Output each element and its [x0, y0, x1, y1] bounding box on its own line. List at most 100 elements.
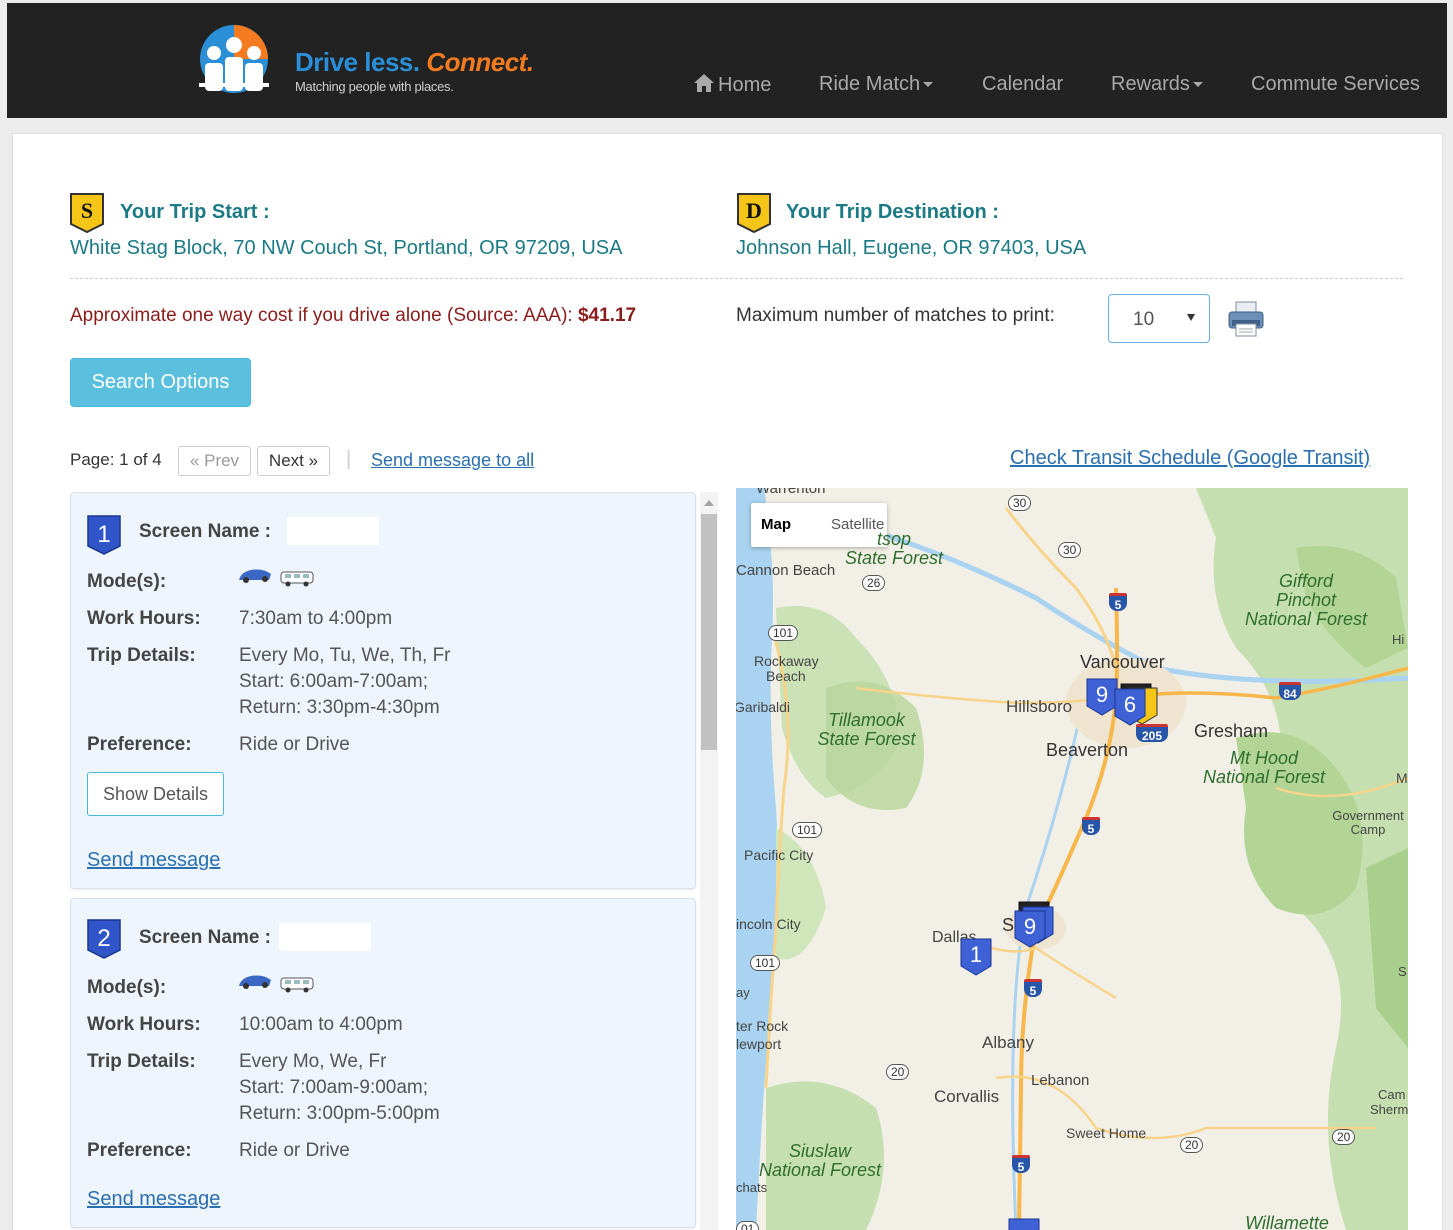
nav-home[interactable]: Home [693, 73, 771, 97]
results-scrollbar[interactable] [700, 492, 718, 1230]
send-message-link[interactable]: Send message [87, 1188, 220, 1211]
send-message-to-all-link[interactable]: Send message to all [371, 450, 534, 471]
start-pin-letter: S [81, 198, 93, 223]
forest-name-line: Mt Hood [1229, 748, 1299, 768]
nav-calendar-label: Calendar [982, 73, 1064, 95]
map-label: Cam [1378, 1087, 1406, 1102]
brand-title-part1: Drive less. [295, 47, 420, 77]
app-root: { "brand": { "title_part1": "Drive less.… [0, 0, 1453, 1230]
interstate-shield: 84 [1279, 682, 1301, 701]
map-forest-label: tsop State Forest [844, 530, 944, 568]
car-icon [239, 975, 271, 989]
result-number: 2 [97, 925, 110, 952]
nav-commute-services[interactable]: Commute Services [1251, 73, 1420, 96]
map-label: ay [736, 985, 750, 1000]
show-details-button[interactable]: Show Details [87, 772, 224, 816]
forest-name-line: Siuslaw [788, 1141, 852, 1161]
start-pin-icon: S [70, 193, 104, 233]
route-shield: 20 [886, 1064, 910, 1080]
trip-start-address: White Stag Block, 70 NW Couch St, Portla… [70, 237, 623, 259]
map-label: Lebanon [1031, 1072, 1090, 1089]
trip-days: Every Mo, We, Fr [239, 1051, 387, 1072]
max-matches-value: 10 [1133, 309, 1155, 330]
trip-details-label: Trip Details: [87, 1051, 196, 1072]
top-navbar: Drive less. Connect. Matching people wit… [7, 3, 1447, 118]
route-shield: 101 [768, 625, 799, 641]
preference-value: Ride or Drive [239, 734, 350, 755]
marker-number: 6 [1124, 692, 1136, 717]
forest-name-line: Pinchot [1275, 590, 1337, 610]
work-hours-value: 10:00am to 4:00pm [239, 1014, 403, 1035]
map-label: ter Rock [736, 1018, 789, 1034]
map-label: Rockaway [754, 653, 819, 669]
trip-start-time: Start: 6:00am-7:00am; [239, 671, 429, 692]
map-label: lewport [736, 1036, 782, 1052]
map-marker-dallas-1[interactable]: 1 [960, 938, 992, 976]
map-type-map-button[interactable]: Map [761, 516, 791, 533]
transit-schedule-link[interactable]: Check Transit Schedule (Google Transit) [1010, 447, 1370, 470]
max-matches-select[interactable]: 10 [1108, 294, 1210, 343]
map-view[interactable]: Map Satellite Warrenton Cannon Beach Roc… [736, 488, 1408, 1230]
work-hours-value: 7:30am to 4:00pm [239, 608, 393, 629]
trip-start-label: Your Trip Start : [120, 201, 270, 223]
interstate-shield: 5 [1082, 817, 1100, 836]
map-label: Beach [766, 668, 806, 684]
forest-name-line: National Forest [1202, 767, 1326, 787]
printer-icon[interactable] [1226, 300, 1266, 338]
screen-name-value [287, 517, 379, 545]
destination-pin-icon: D [737, 193, 771, 233]
map-label: Pacific City [744, 847, 814, 863]
send-message-link[interactable]: Send message [87, 849, 220, 872]
map-label: Corvallis [934, 1087, 1000, 1106]
brand-tagline: Matching people with places. [295, 79, 454, 94]
map-label: Hi [1392, 632, 1405, 647]
map-label: Vancouver [1080, 652, 1165, 672]
drive-alone-cost: Approximate one way cost if you drive al… [70, 305, 636, 327]
screen-name-label: Screen Name : [139, 521, 272, 542]
route-shield: 30 [1008, 495, 1032, 511]
nav-ride-match[interactable]: Ride Match [819, 73, 934, 96]
map-label: Sweet Home [1066, 1125, 1147, 1141]
search-options-button[interactable]: Search Options [70, 358, 251, 407]
nav-commute-services-label: Commute Services [1251, 73, 1420, 95]
map-label: Hillsboro [1006, 697, 1073, 716]
map-marker-portland-6[interactable]: 6 [1114, 688, 1146, 726]
trip-return-time: Return: 3:30pm-4:30pm [239, 697, 440, 718]
forest-name-line: National Forest [1244, 609, 1368, 629]
next-page-button[interactable]: Next » [257, 446, 330, 476]
logo-icon[interactable] [179, 23, 289, 93]
vanpool-icon [280, 977, 314, 993]
map-label: S [1398, 964, 1407, 979]
home-icon [694, 74, 714, 92]
nav-rewards[interactable]: Rewards [1111, 73, 1203, 96]
nav-rewards-label: Rewards [1111, 73, 1190, 95]
results-list[interactable]: 1 Screen Name : Mode(s): Work Hours: 7:3… [70, 490, 720, 1230]
map-label: Garibaldi [736, 699, 791, 715]
scroll-thumb[interactable] [701, 514, 717, 750]
map-forest-label: Tillamook State Forest [814, 711, 919, 749]
map-forest-label: Willamette [1245, 1213, 1329, 1230]
interstate-shield: 5 [1012, 1155, 1030, 1174]
marker-number: 9 [1024, 914, 1036, 939]
trip-return-time: Return: 3:00pm-5:00pm [239, 1103, 440, 1124]
forest-name-line: National Forest [758, 1160, 882, 1180]
nav-ride-match-label: Ride Match [819, 73, 921, 95]
brand-title[interactable]: Drive less. Connect. [295, 47, 534, 78]
modes-label: Mode(s): [87, 977, 167, 998]
forest-name-line: Gifford [1278, 571, 1334, 591]
map-forest-label: Mt Hood National Forest [1194, 749, 1334, 787]
max-matches-label: Maximum number of matches to print: [736, 305, 1055, 326]
scroll-up-arrow-icon[interactable] [704, 500, 714, 506]
prev-page-button[interactable]: « Prev [178, 446, 251, 476]
vanpool-icon [280, 571, 314, 587]
result-number-badge: 1 [87, 515, 121, 555]
map-label: Cannon Beach [736, 562, 836, 579]
route-shield: 30 [1058, 542, 1082, 558]
map-label: S [1002, 915, 1015, 935]
nav-calendar[interactable]: Calendar [982, 73, 1063, 96]
map-label: chats [736, 1180, 768, 1195]
preference-value: Ride or Drive [239, 1140, 350, 1161]
brand-title-part2: Connect. [426, 47, 534, 77]
map-marker-salem-9[interactable]: 9 [1014, 910, 1046, 948]
result-number: 1 [97, 521, 110, 548]
